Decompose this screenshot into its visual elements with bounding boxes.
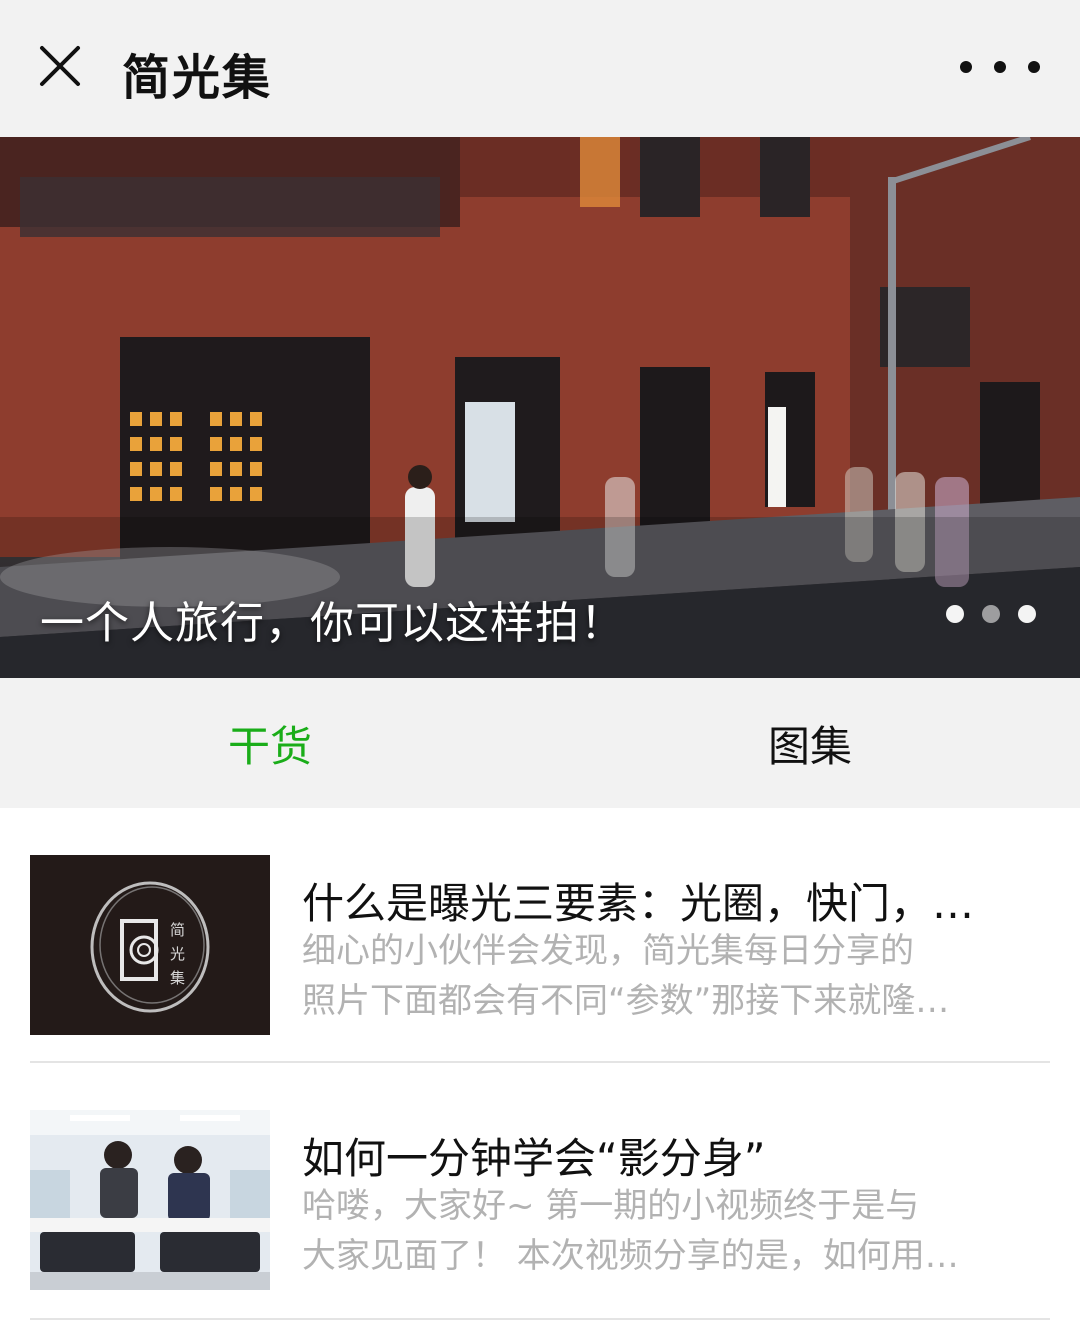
page-title: 简光集 <box>122 50 273 106</box>
article-summary-line: 哈喽，大家好~ 第一期的小视频终于是与 <box>302 1186 920 1226</box>
svg-text:集: 集 <box>170 969 185 987</box>
svg-text:光: 光 <box>170 945 185 963</box>
classroom-photo <box>30 1110 270 1290</box>
article-summary-line: 细心的小伙伴会发现，简光集每日分享的 <box>302 931 914 971</box>
svg-text:简: 简 <box>170 921 185 939</box>
article-title: 什么是曝光三要素：光圈，快门，… <box>302 879 975 928</box>
more-icon-dot <box>994 61 1006 73</box>
article-list: 简 光 集 什么是曝光三要素：光圈，快门，… 细心的小伙伴会发现，简光集每日分享… <box>0 808 1080 1325</box>
article-summary: 细心的小伙伴会发现，简光集每日分享的 照片下面都会有不同“参数”那接下来就隆… <box>302 926 1042 1026</box>
article-summary-line: 照片下面都会有不同“参数”那接下来就隆… <box>302 981 950 1021</box>
tab-gallery[interactable]: 图集 <box>540 678 1080 808</box>
more-icon-dot <box>1028 61 1040 73</box>
list-item[interactable]: 简 光 集 什么是曝光三要素：光圈，快门，… 细心的小伙伴会发现，简光集每日分享… <box>30 808 1050 1063</box>
carousel-dot[interactable] <box>982 605 1000 623</box>
article-title: 如何一分钟学会“影分身” <box>302 1134 766 1183</box>
close-button[interactable] <box>30 36 90 96</box>
brand-logo-image: 简 光 集 <box>30 855 270 1035</box>
carousel-indicator <box>946 605 1036 623</box>
article-summary-line: 大家见面了！ 本次视频分享的是，如何用… <box>302 1236 959 1276</box>
tab-dry-goods[interactable]: 干货 <box>0 678 540 808</box>
banner-caption: 一个人旅行，你可以这样拍！ <box>40 598 625 649</box>
list-item[interactable]: 如何一分钟学会“影分身” 哈喽，大家好~ 第一期的小视频终于是与 大家见面了！ … <box>30 1065 1050 1320</box>
more-icon-dot <box>960 61 972 73</box>
carousel-dot[interactable] <box>946 605 964 623</box>
article-thumbnail: 简 光 集 <box>30 855 270 1035</box>
top-bar: 简光集 <box>0 0 1080 137</box>
article-summary: 哈喽，大家好~ 第一期的小视频终于是与 大家见面了！ 本次视频分享的是，如何用… <box>302 1181 1042 1281</box>
article-thumbnail <box>30 1110 270 1290</box>
featured-banner[interactable]: 一个人旅行，你可以这样拍！ <box>0 137 1080 678</box>
category-tabs: 干货 图集 <box>0 678 1080 808</box>
carousel-dot[interactable] <box>1018 605 1036 623</box>
close-icon <box>40 46 80 86</box>
more-options-button[interactable] <box>960 50 1040 84</box>
